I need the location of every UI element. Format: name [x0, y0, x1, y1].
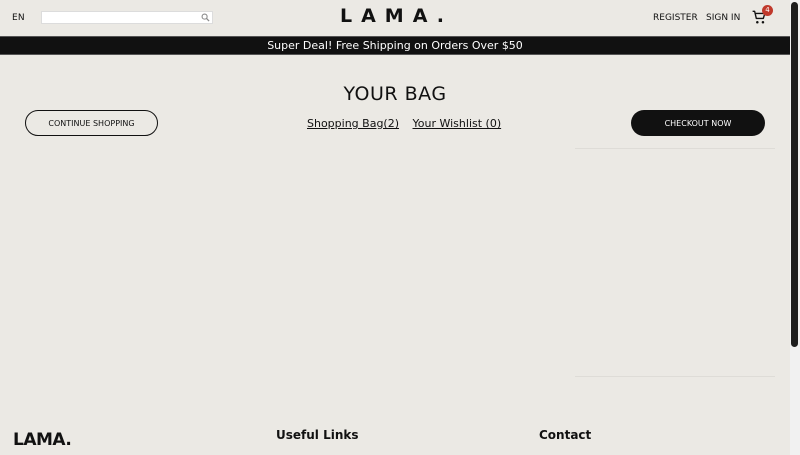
checkout-button[interactable]: CHECKOUT NOW	[631, 110, 765, 136]
language-selector[interactable]: EN	[12, 13, 25, 23]
divider	[575, 376, 775, 377]
register-link[interactable]: REGISTER	[653, 13, 698, 23]
search-input[interactable]	[42, 12, 206, 23]
footer-logo[interactable]: LAMA.	[13, 430, 72, 450]
cart-count-badge: 4	[762, 5, 773, 16]
brand-logo[interactable]: LAMA.	[340, 5, 453, 27]
announcement-bar: Super Deal! Free Shipping on Orders Over…	[0, 36, 790, 55]
scrollbar-thumb[interactable]	[791, 2, 798, 347]
bag-top-links: Shopping Bag(2) Your Wishlist (0)	[307, 117, 511, 130]
shopping-bag-link[interactable]: Shopping Bag(2)	[307, 117, 399, 130]
sign-in-link[interactable]: SIGN IN	[706, 13, 740, 23]
wishlist-link[interactable]: Your Wishlist (0)	[413, 117, 502, 130]
navbar: EN LAMA. REGISTER SIGN IN 4	[0, 0, 790, 36]
page-title: YOUR BAG	[343, 82, 447, 105]
search-container	[41, 11, 213, 24]
search-icon[interactable]	[201, 13, 210, 22]
footer-useful-links-title: Useful Links	[276, 428, 359, 442]
footer-contact-title: Contact	[539, 428, 592, 442]
continue-shopping-button[interactable]: CONTINUE SHOPPING	[25, 110, 158, 136]
divider	[575, 148, 775, 149]
